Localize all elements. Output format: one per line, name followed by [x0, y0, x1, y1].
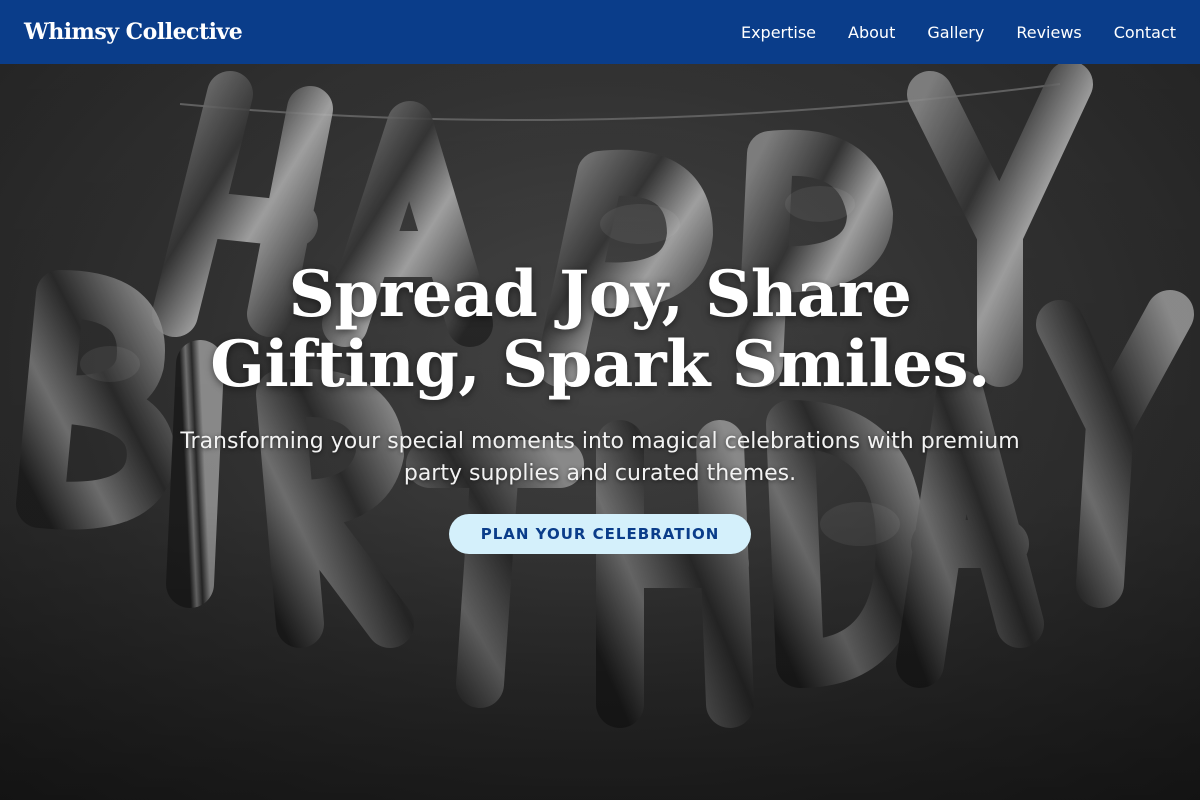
nav-link-contact[interactable]: Contact	[1114, 23, 1176, 42]
hero-title: Spread Joy, Share Gifting, Spark Smiles.	[210, 257, 990, 402]
plan-celebration-button[interactable]: PLAN YOUR CELEBRATION	[448, 514, 752, 554]
nav-link-gallery[interactable]: Gallery	[927, 23, 984, 42]
nav-link-expertise[interactable]: Expertise	[741, 23, 816, 42]
nav-link-about[interactable]: About	[848, 23, 895, 42]
hero-section: Spread Joy, Share Gifting, Spark Smiles.…	[0, 64, 1200, 800]
nav-links: Expertise About Gallery Reviews Contact	[709, 23, 1176, 42]
brand-logo[interactable]: Whimsy Collective	[24, 19, 243, 45]
nav-link-reviews[interactable]: Reviews	[1016, 23, 1081, 42]
hero-subtitle: Transforming your special moments into m…	[180, 429, 1020, 486]
hero-content: Spread Joy, Share Gifting, Spark Smiles.…	[0, 260, 1200, 554]
top-navbar: Whimsy Collective Expertise About Galler…	[0, 0, 1200, 64]
